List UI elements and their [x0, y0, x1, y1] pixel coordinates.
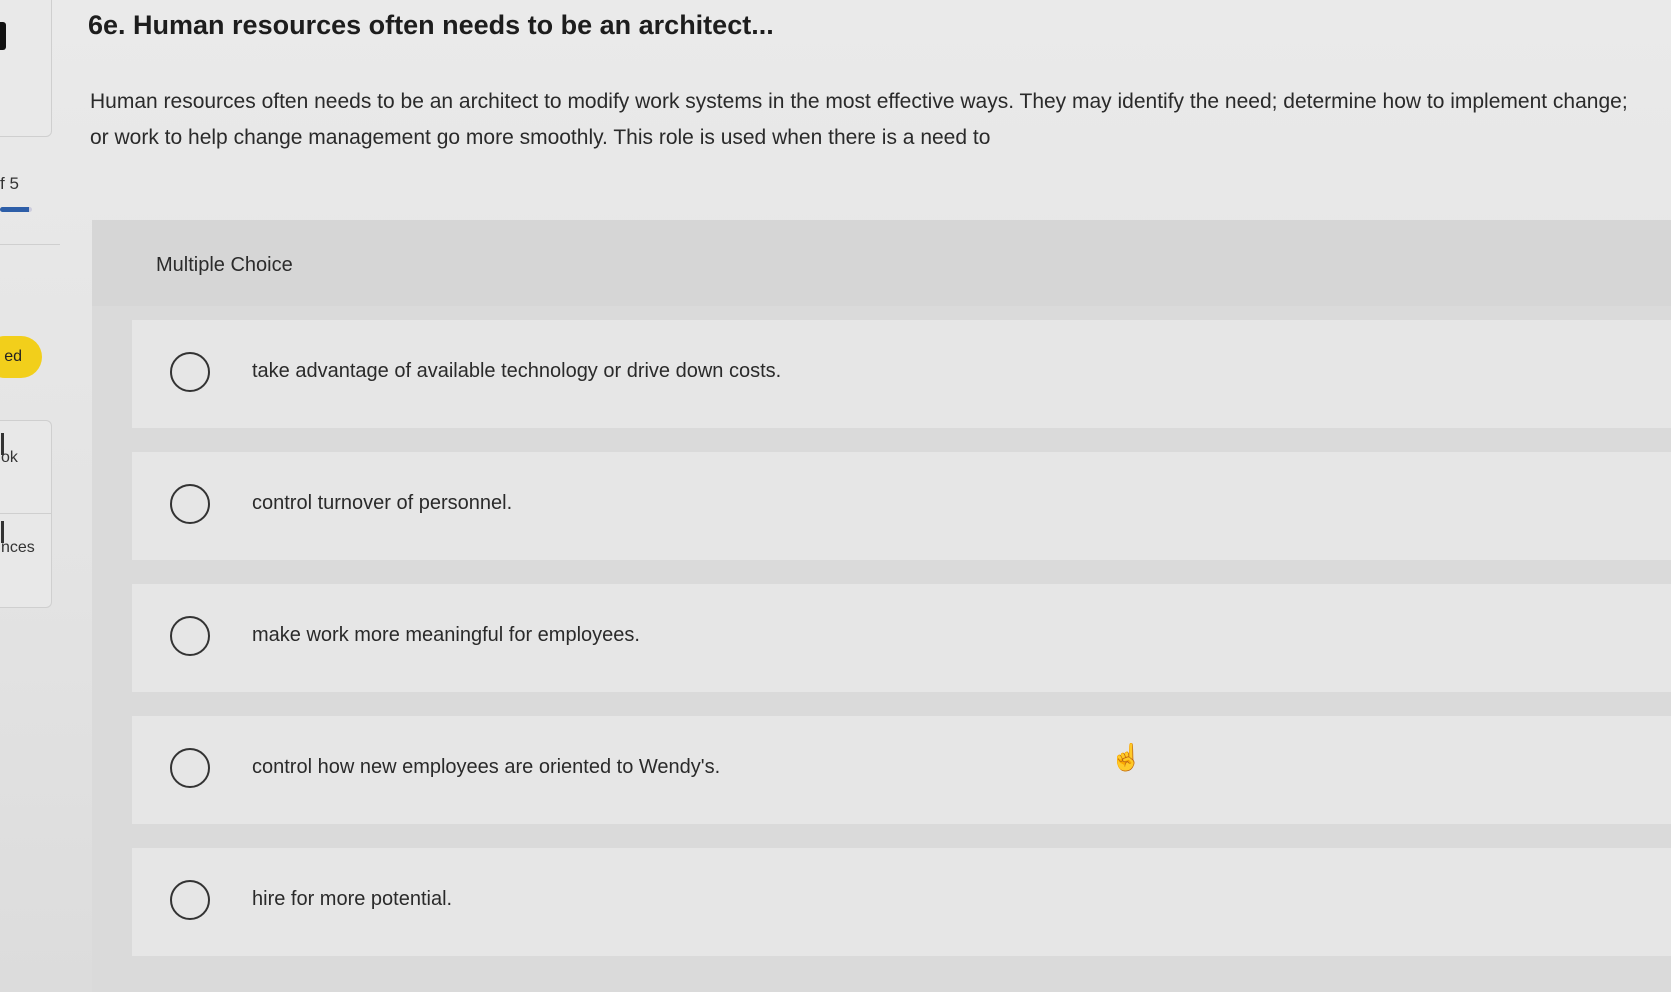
radio-button[interactable]: [170, 616, 210, 656]
answer-option[interactable]: make work more meaningful for employees.: [132, 584, 1671, 692]
answer-option-text: make work more meaningful for employees.: [252, 624, 640, 646]
radio-button[interactable]: [170, 880, 210, 920]
question-prompt: Human resources often needs to be an arc…: [90, 90, 1628, 149]
status-badge: ed: [0, 336, 42, 378]
radio-button[interactable]: [170, 352, 210, 392]
progress-bar: [0, 207, 32, 212]
sidebar-tools: ok nces: [0, 420, 52, 608]
answer-option[interactable]: take advantage of available technology o…: [132, 320, 1671, 428]
status-badge-label: ed: [4, 348, 22, 365]
answer-option[interactable]: control how new employees are oriented t…: [132, 716, 1671, 824]
answer-option[interactable]: control turnover of personnel.: [132, 452, 1671, 560]
sidebar-tools-divider: [0, 513, 51, 514]
answer-option-text: hire for more potential.: [252, 888, 453, 910]
hand-pointer-icon: ☝: [1110, 742, 1143, 772]
sidebar-divider: [0, 244, 60, 245]
sidebar-tool-references[interactable]: nces: [1, 539, 35, 557]
radio-button[interactable]: [170, 484, 210, 524]
multiple-choice-label: Multiple Choice: [156, 254, 293, 276]
sidebar-top-mark: [0, 22, 6, 50]
progress-text: f 5: [0, 174, 19, 193]
answer-option-text: take advantage of available technology o…: [252, 360, 782, 382]
answer-option[interactable]: hire for more potential.: [132, 848, 1671, 956]
answer-option-text: control how new employees are oriented t…: [252, 756, 721, 778]
question-title: 6e. Human resources often needs to be an…: [88, 10, 774, 40]
multiple-choice-header: Multiple Choice: [92, 220, 1671, 306]
progress-fill: [0, 207, 29, 212]
sidebar: f 5 ed ok nces: [0, 0, 60, 992]
sidebar-tool-ebook[interactable]: ok: [1, 449, 18, 467]
multiple-choice-panel: Multiple Choice take advantage of availa…: [92, 220, 1671, 992]
answer-option-text: control turnover of personnel.: [252, 492, 513, 514]
page: f 5 ed ok nces 6e. Human resources often…: [0, 0, 1671, 992]
radio-button[interactable]: [170, 748, 210, 788]
sidebar-top-card: [0, 0, 52, 137]
